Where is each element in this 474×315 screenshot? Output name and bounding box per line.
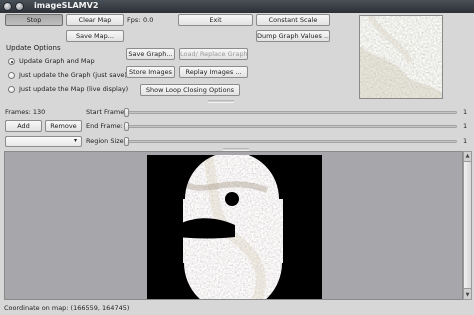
camera-thumbnail — [359, 15, 443, 99]
store-images-button[interactable]: Store Images — [126, 66, 175, 78]
end-frame-label: End Frame: — [86, 122, 123, 130]
map-view[interactable] — [4, 151, 463, 300]
frames-count-label: Frames: 130 — [5, 108, 46, 116]
radio-unchecked-icon[interactable] — [8, 86, 15, 93]
scroll-up-icon[interactable]: ▲ — [464, 152, 471, 160]
constant-scale-button[interactable]: Constant Scale — [256, 14, 330, 26]
region-size-slider[interactable] — [124, 140, 457, 143]
window-menu-icon[interactable] — [3, 2, 12, 11]
show-loop-closing-options-button[interactable]: Show Loop Closing Options — [140, 84, 240, 96]
update-options-title: Update Options — [6, 44, 61, 52]
radio-checked-icon[interactable] — [8, 58, 15, 65]
map-image — [147, 153, 322, 299]
save-graph-button[interactable]: Save Graph... — [126, 48, 175, 60]
load-replace-graph-button: Load/ Replace Graph... — [179, 48, 248, 60]
scroll-down-icon[interactable]: ▼ — [464, 291, 471, 299]
map-vertical-scrollbar[interactable]: ▲ ▼ — [463, 151, 472, 300]
remove-button[interactable]: Remove — [45, 120, 82, 132]
dump-graph-values-button[interactable]: Dump Graph Values ... — [256, 30, 330, 42]
radio-label: Just update the Map (live display) — [19, 85, 129, 93]
window-title: imageSLAMV2 — [34, 1, 99, 10]
status-bar: Coordinate on map: (166559, 164745) — [0, 302, 474, 315]
map-coordinate-readout: Coordinate on map: (166559, 164745) — [4, 304, 130, 312]
exit-button[interactable]: Exit — [178, 14, 253, 26]
chevron-down-icon[interactable]: ▾ — [74, 137, 77, 144]
replay-images-button[interactable]: Replay Images ... — [179, 66, 248, 78]
region-select[interactable]: ▾ — [5, 136, 82, 147]
map-canvas[interactable] — [147, 153, 322, 299]
radio-just-update-map[interactable]: Just update the Map (live display) — [8, 85, 128, 95]
title-bar: imageSLAMV2 — [0, 0, 474, 13]
stop-button[interactable]: Stop — [5, 14, 63, 26]
fps-label: Fps: — [127, 16, 141, 24]
scrollbar-thumb[interactable] — [464, 161, 471, 289]
start-frame-slider[interactable] — [124, 111, 457, 114]
end-frame-slider-handle[interactable] — [124, 122, 129, 131]
region-size-label: Region Size: — [86, 137, 126, 145]
add-button[interactable]: Add — [5, 120, 42, 132]
end-frame-slider[interactable] — [124, 125, 457, 128]
radio-label: Update Graph and Map — [19, 57, 95, 65]
radio-update-graph-and-map[interactable]: Update Graph and Map — [8, 57, 118, 67]
start-frame-slider-handle[interactable] — [124, 108, 129, 117]
save-map-button[interactable]: Save Map... — [66, 30, 124, 42]
radio-label: Just update the Graph (just save) — [19, 71, 127, 79]
fps-value: 0.0 — [143, 16, 154, 24]
radio-just-update-graph[interactable]: Just update the Graph (just save) — [8, 71, 127, 81]
window-pin-icon[interactable] — [15, 2, 24, 11]
start-frame-value: 1 — [463, 108, 468, 116]
region-size-slider-handle[interactable] — [124, 137, 129, 146]
clear-map-button[interactable]: Clear Map — [66, 14, 124, 26]
splitter-handle-top[interactable] — [208, 100, 234, 103]
thumbnail-texture — [360, 16, 442, 98]
end-frame-value: 1 — [463, 122, 468, 130]
region-size-value: 1 — [463, 137, 468, 145]
start-frame-label: Start Frame: — [86, 108, 127, 116]
radio-unchecked-icon[interactable] — [8, 72, 15, 79]
